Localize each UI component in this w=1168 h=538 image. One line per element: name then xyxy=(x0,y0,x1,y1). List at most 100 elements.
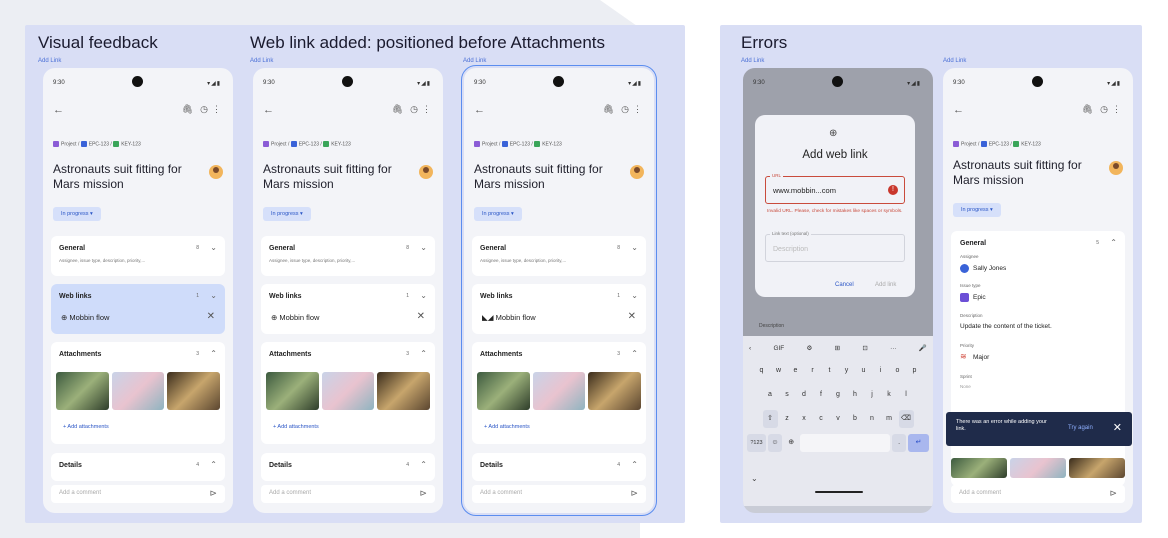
attachment-icon[interactable]: 🖇 xyxy=(392,104,403,115)
attachment-thumb[interactable] xyxy=(1010,458,1066,478)
more-icon[interactable]: ⋮ xyxy=(422,104,431,115)
chevron-up-icon[interactable]: ⌃ xyxy=(1110,238,1117,247)
key-s[interactable]: s xyxy=(780,386,795,404)
history-icon[interactable]: ◷ xyxy=(200,104,208,115)
emoji-key[interactable]: ☺ xyxy=(767,434,783,452)
send-icon[interactable]: ⊳ xyxy=(209,488,217,499)
history-icon[interactable]: ◷ xyxy=(410,104,418,115)
attachment-thumb[interactable] xyxy=(532,372,586,410)
attachment-thumb[interactable] xyxy=(588,372,642,410)
web-links-card[interactable]: Web links 1 ⌄ ◣◢ Mobbin flow ✕ xyxy=(472,284,646,334)
comment-input[interactable]: Add a comment ⊳ xyxy=(261,485,435,503)
link-text-field[interactable]: Link text (optional) Description xyxy=(765,231,905,262)
try-again-button[interactable]: Try again xyxy=(1068,425,1093,431)
add-attachments-button[interactable]: + Add attachments xyxy=(484,424,530,430)
key-h[interactable]: h xyxy=(848,386,863,404)
back-icon[interactable]: ← xyxy=(53,104,64,116)
priority-value[interactable]: Major xyxy=(973,354,989,361)
clipboard-icon[interactable]: ⊡ xyxy=(862,344,867,352)
send-icon[interactable]: ⊳ xyxy=(1109,488,1117,499)
key-e[interactable]: e xyxy=(788,362,803,380)
status-dropdown[interactable]: In progress ▾ xyxy=(263,207,311,221)
attachment-thumb[interactable] xyxy=(477,372,530,410)
key-q[interactable]: q xyxy=(754,362,769,380)
breadcrumb-project[interactable]: Project xyxy=(61,141,77,147)
key-g[interactable]: g xyxy=(831,386,846,404)
send-icon[interactable]: ⊳ xyxy=(419,488,427,499)
general-card[interactable]: General 8 ⌄ Assignee, issue type, descripti… xyxy=(51,236,225,276)
key-y[interactable]: y xyxy=(839,362,854,380)
add-attachments-button[interactable]: + Add attachments xyxy=(63,424,109,430)
more-icon[interactable]: ··· xyxy=(890,345,897,352)
attachment-thumb[interactable] xyxy=(377,372,431,410)
close-icon[interactable]: ✕ xyxy=(1113,421,1122,434)
key-l[interactable]: l xyxy=(899,386,914,404)
web-link-item[interactable]: ⊕ Mobbin flow xyxy=(271,313,319,322)
attachment-thumb[interactable] xyxy=(321,372,375,410)
avatar[interactable] xyxy=(1109,161,1123,175)
breadcrumb-epic[interactable]: EPC-123 xyxy=(299,141,319,147)
key-d[interactable]: d xyxy=(797,386,812,404)
settings-icon[interactable]: ⚙ xyxy=(807,344,813,352)
kbd-back-icon[interactable]: ‹ xyxy=(749,345,751,352)
remove-link-icon[interactable]: ✕ xyxy=(417,311,425,322)
breadcrumb-key[interactable]: KEY-123 xyxy=(121,141,141,147)
key-m[interactable]: m xyxy=(882,410,897,428)
chevron-down-icon[interactable]: ⌄ xyxy=(631,291,638,300)
attachment-thumb[interactable] xyxy=(1069,458,1125,478)
shift-key[interactable]: ⇧ xyxy=(762,410,778,428)
breadcrumb-key[interactable]: KEY-123 xyxy=(331,141,351,147)
more-icon[interactable]: ⋮ xyxy=(1112,104,1121,115)
chevron-down-icon[interactable]: ⌄ xyxy=(210,243,217,252)
key-p[interactable]: p xyxy=(907,362,922,380)
remove-link-icon[interactable]: ✕ xyxy=(207,311,215,322)
chevron-down-icon[interactable]: ⌄ xyxy=(210,291,217,300)
web-links-card[interactable]: Web links 1 ⌄ ⊕ Mobbin flow ✕ xyxy=(51,284,225,334)
attachment-icon[interactable]: 🖇 xyxy=(1082,104,1093,115)
issue-type-value[interactable]: Epic xyxy=(973,294,986,301)
back-icon[interactable]: ← xyxy=(953,104,964,116)
gif-button[interactable]: GIF xyxy=(773,345,784,352)
cancel-button[interactable]: Cancel xyxy=(835,282,854,288)
key-o[interactable]: o xyxy=(890,362,905,380)
chevron-down-icon[interactable]: ⌄ xyxy=(420,291,427,300)
web-link-item[interactable]: ⊕ Mobbin flow xyxy=(61,313,109,322)
enter-key[interactable]: ↵ xyxy=(908,434,929,452)
add-attachments-button[interactable]: + Add attachments xyxy=(273,424,319,430)
key-i[interactable]: i xyxy=(873,362,888,380)
breadcrumb-key[interactable]: KEY-123 xyxy=(1021,141,1041,147)
history-icon[interactable]: ◷ xyxy=(621,104,629,115)
key-b[interactable]: b xyxy=(848,410,863,428)
backspace-key[interactable]: ⌫ xyxy=(898,410,914,428)
general-card[interactable]: General 8 ⌄ Assignee, issue type, descripti… xyxy=(261,236,435,276)
history-icon[interactable]: ◷ xyxy=(1100,104,1108,115)
key-u[interactable]: u xyxy=(856,362,871,380)
sprint-value[interactable]: None xyxy=(960,384,971,389)
breadcrumb-epic[interactable]: EPC-123 xyxy=(989,141,1009,147)
status-dropdown[interactable]: In progress ▾ xyxy=(474,207,522,221)
breadcrumb-project[interactable]: Project xyxy=(271,141,287,147)
mic-icon[interactable]: 🎤 xyxy=(919,344,927,352)
comment-input[interactable]: Add a comment ⊳ xyxy=(951,485,1125,503)
back-icon[interactable]: ← xyxy=(474,104,485,116)
space-key[interactable] xyxy=(800,434,891,452)
web-link-item[interactable]: ◣◢ Mobbin flow xyxy=(482,313,536,322)
status-dropdown[interactable]: In progress ▾ xyxy=(53,207,101,221)
attachment-thumb[interactable] xyxy=(56,372,109,410)
status-dropdown[interactable]: In progress ▾ xyxy=(953,203,1001,217)
key-w[interactable]: w xyxy=(771,362,786,380)
breadcrumb-epic[interactable]: EPC-123 xyxy=(89,141,109,147)
attachment-icon[interactable]: 🖇 xyxy=(182,104,193,115)
nav-down-icon[interactable]: ⌄ xyxy=(751,474,758,483)
avatar[interactable] xyxy=(419,165,433,179)
key-c[interactable]: c xyxy=(814,410,829,428)
attachment-thumb[interactable] xyxy=(111,372,165,410)
url-field[interactable]: URL www.mobbin...com! xyxy=(765,173,905,204)
back-icon[interactable]: ← xyxy=(263,104,274,116)
breadcrumb-key[interactable]: KEY-123 xyxy=(542,141,562,147)
key-t[interactable]: t xyxy=(822,362,837,380)
key-f[interactable]: f xyxy=(814,386,829,404)
key-v[interactable]: v xyxy=(831,410,846,428)
key-a[interactable]: a xyxy=(763,386,778,404)
more-icon[interactable]: ⋮ xyxy=(212,104,221,115)
